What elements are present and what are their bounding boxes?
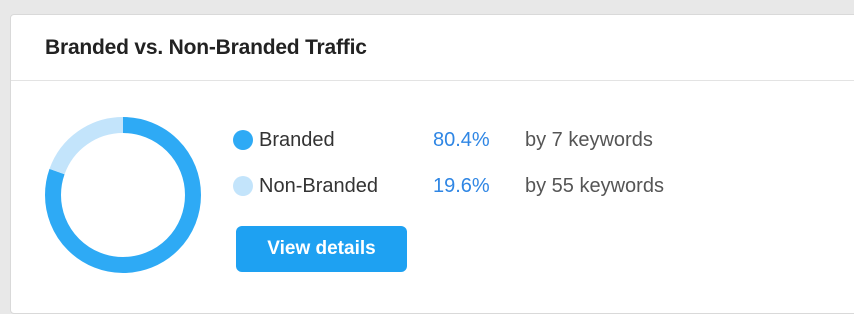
legend-row-non-branded: Non-Branded 19.6% by 55 keywords (233, 163, 664, 209)
legend-label-non-branded: Non-Branded (259, 174, 378, 197)
legend-keywords-branded: by 7 keywords (525, 128, 653, 151)
non-branded-dot-icon (233, 176, 253, 196)
branded-dot-icon (233, 130, 253, 150)
widget-title: Branded vs. Non-Branded Traffic (45, 35, 367, 59)
legend-row-branded: Branded 80.4% by 7 keywords (233, 117, 664, 163)
donut-chart (45, 117, 201, 273)
view-details-button[interactable]: View details (236, 226, 407, 272)
legend-percent-branded: 80.4% (433, 128, 490, 151)
widget-header: Branded vs. Non-Branded Traffic (11, 15, 854, 81)
legend-keywords-non-branded: by 55 keywords (525, 174, 664, 197)
legend: Branded 80.4% by 7 keywords Non-Branded … (233, 117, 664, 209)
legend-percent-non-branded: 19.6% (433, 174, 490, 197)
legend-label-branded: Branded (259, 128, 335, 151)
traffic-widget: Branded vs. Non-Branded Traffic Branded … (10, 14, 854, 314)
